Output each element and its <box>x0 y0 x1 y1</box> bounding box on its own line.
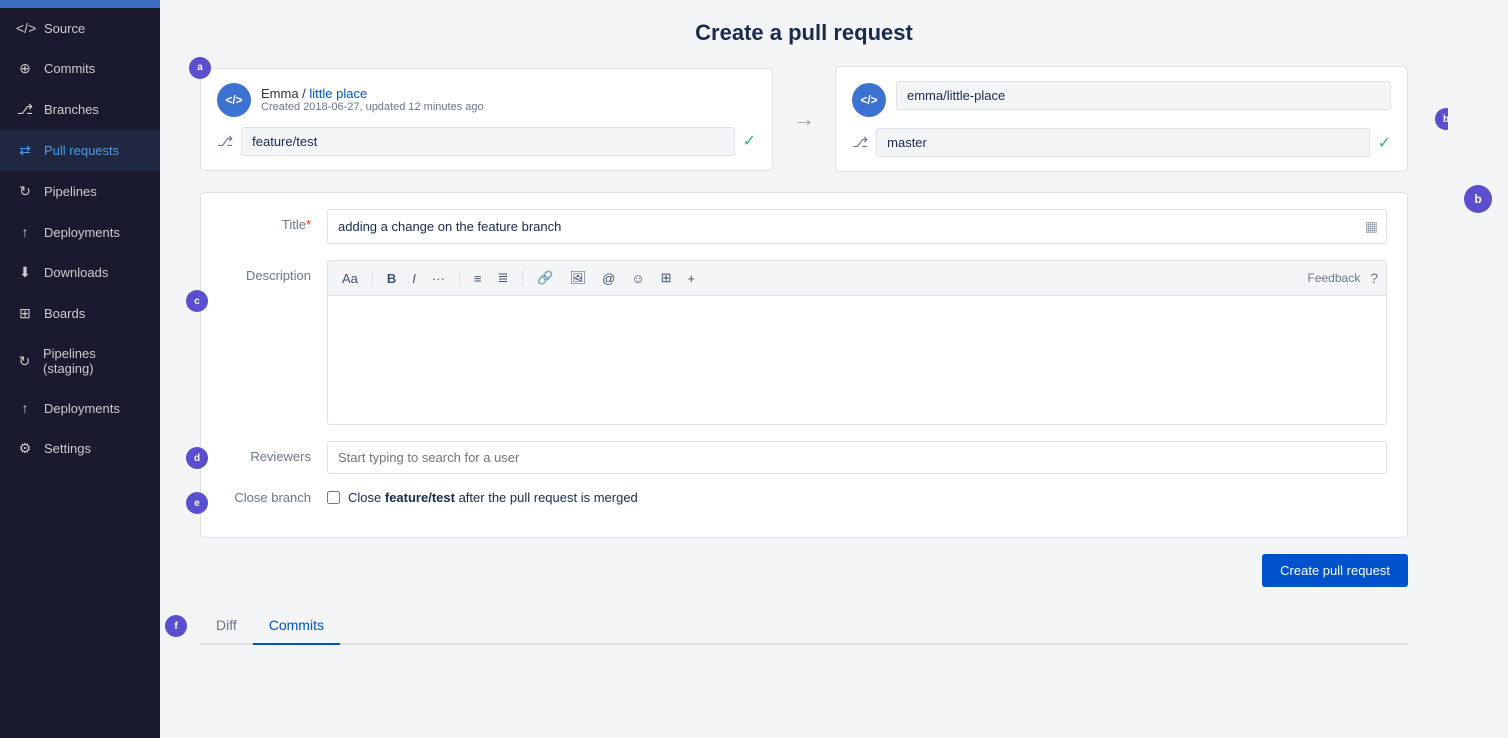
source-check-icon: ✓ <box>743 131 756 151</box>
annotation-d: d <box>186 447 208 469</box>
main-content: Create a pull request a </> Emma / littl… <box>160 0 1448 738</box>
description-editor[interactable] <box>327 295 1387 425</box>
sidebar-item-pipelines-staging[interactable]: ↻ Pipelines (staging) <box>0 334 160 388</box>
create-btn-row: Create pull request <box>200 554 1408 587</box>
sidebar-item-deployments[interactable]: ↑ Deployments <box>0 212 160 252</box>
repo-meta: Created 2018-06-27, updated 12 minutes a… <box>261 101 756 113</box>
tab-diff[interactable]: Diff <box>200 607 253 645</box>
source-branch-select[interactable]: feature/test <box>241 127 734 156</box>
create-pull-request-button[interactable]: Create pull request <box>1262 554 1408 587</box>
help-btn[interactable]: ? <box>1370 270 1378 286</box>
pipelines-staging-icon: ↻ <box>16 353 33 370</box>
reviewers-label: Reviewers <box>221 441 311 464</box>
commits-icon: ⊕ <box>16 60 34 77</box>
boards-icon: ⊞ <box>16 305 34 322</box>
description-row: c Description Aa B I ··· ≡ ≣ 🔗 <box>221 260 1387 425</box>
repo-owner-name: Emma / little place <box>261 86 756 101</box>
toolbar-link-btn[interactable]: 🔗 <box>531 267 559 289</box>
target-check-icon: ✓ <box>1378 133 1391 153</box>
annotation-a: a <box>189 57 211 79</box>
toolbar-emoji-btn[interactable]: ☺ <box>625 268 650 289</box>
annotation-b: b <box>1435 108 1448 130</box>
sidebar-item-source[interactable]: </> Source <box>0 8 160 48</box>
toolbar-text-btn[interactable]: Aa <box>336 268 364 289</box>
target-repo-card: b </> emma/little-place ⎇ master ✓ <box>835 66 1408 172</box>
deployments-icon: ↑ <box>16 224 34 240</box>
close-branch-text: Close feature/test after the pull reques… <box>348 490 638 505</box>
downloads-icon: ⬇ <box>16 264 34 281</box>
sidebar-item-branches[interactable]: ⎇ Branches <box>0 89 160 130</box>
deployments2-icon: ↑ <box>16 400 34 416</box>
sidebar-item-boards[interactable]: ⊞ Boards <box>0 293 160 334</box>
tab-commits[interactable]: Commits <box>253 607 340 645</box>
source-icon: </> <box>16 20 34 36</box>
editor-toolbar: Aa B I ··· ≡ ≣ 🔗 🖼 @ ☺ ⊞ + <box>327 260 1387 295</box>
repo-link[interactable]: little place <box>309 86 367 101</box>
sidebar-item-commits[interactable]: ⊕ Commits <box>0 48 160 89</box>
toolbar-ol-btn[interactable]: ≣ <box>492 267 515 289</box>
sidebar-item-pull-requests[interactable]: ⇄ Pull requests <box>0 130 160 171</box>
title-input[interactable] <box>328 211 1357 242</box>
title-input-wrap: ▦ <box>327 209 1387 244</box>
merge-arrow-icon: → <box>793 106 815 132</box>
toolbar-more2-btn[interactable]: + <box>682 268 702 289</box>
pull-requests-icon: ⇄ <box>16 142 34 159</box>
target-repo-select[interactable]: emma/little-place <box>896 81 1391 110</box>
source-repo-avatar: </> <box>217 83 251 117</box>
tabs-row: f Diff Commits <box>200 607 1408 645</box>
sidebar-item-settings[interactable]: ⚙ Settings <box>0 428 160 469</box>
annotation-c: c <box>186 290 208 312</box>
title-section: Title* ▦ c Description Aa <box>200 192 1408 538</box>
description-label: Description <box>221 260 311 283</box>
source-branch-icon: ⎇ <box>217 133 233 150</box>
feedback-label[interactable]: Feedback <box>1308 271 1361 285</box>
repo-info: Emma / little place Created 2018-06-27, … <box>261 86 756 113</box>
target-branch-icon: ⎇ <box>852 134 868 151</box>
right-annotation-panel: b <box>1448 0 1508 738</box>
title-row: Title* ▦ <box>221 209 1387 244</box>
settings-icon: ⚙ <box>16 440 34 457</box>
source-repo-card: a </> Emma / little place Created 2018-0… <box>200 68 773 171</box>
reviewers-row: d Reviewers <box>221 441 1387 474</box>
page-title: Create a pull request <box>200 20 1408 46</box>
close-branch-row: e Close branch Close feature/test after … <box>221 490 1387 505</box>
close-branch-label: Close branch <box>221 490 311 505</box>
sidebar: </> Source ⊕ Commits ⎇ Branches ⇄ Pull r… <box>0 0 160 738</box>
toolbar-bold-btn[interactable]: B <box>381 268 402 289</box>
sidebar-item-downloads[interactable]: ⬇ Downloads <box>0 252 160 293</box>
repo-selection-section: a </> Emma / little place Created 2018-0… <box>200 66 1408 172</box>
branches-icon: ⎇ <box>16 101 34 118</box>
toolbar-image-btn[interactable]: 🖼 <box>564 267 593 289</box>
toolbar-italic-btn[interactable]: I <box>406 268 422 289</box>
toolbar-more-btn[interactable]: ··· <box>426 268 451 289</box>
title-label: Title* <box>221 209 311 232</box>
annotation-f: f <box>165 615 187 637</box>
reviewers-input[interactable] <box>327 441 1387 474</box>
sidebar-item-deployments-2[interactable]: ↑ Deployments <box>0 388 160 428</box>
annotation-e: e <box>186 492 208 514</box>
pipelines-icon: ↻ <box>16 183 34 200</box>
close-branch-checkbox[interactable] <box>327 491 340 504</box>
close-branch-content: Close feature/test after the pull reques… <box>327 490 638 505</box>
annotation-b-right: b <box>1464 185 1492 213</box>
toolbar-table-btn[interactable]: ⊞ <box>655 267 678 289</box>
target-repo-avatar: </> <box>852 83 886 117</box>
sidebar-item-pipelines[interactable]: ↻ Pipelines <box>0 171 160 212</box>
toolbar-mention-btn[interactable]: @ <box>596 268 621 289</box>
title-format-icon: ▦ <box>1357 210 1386 243</box>
target-branch-select[interactable]: master <box>876 128 1369 157</box>
toolbar-ul-btn[interactable]: ≡ <box>468 268 488 289</box>
